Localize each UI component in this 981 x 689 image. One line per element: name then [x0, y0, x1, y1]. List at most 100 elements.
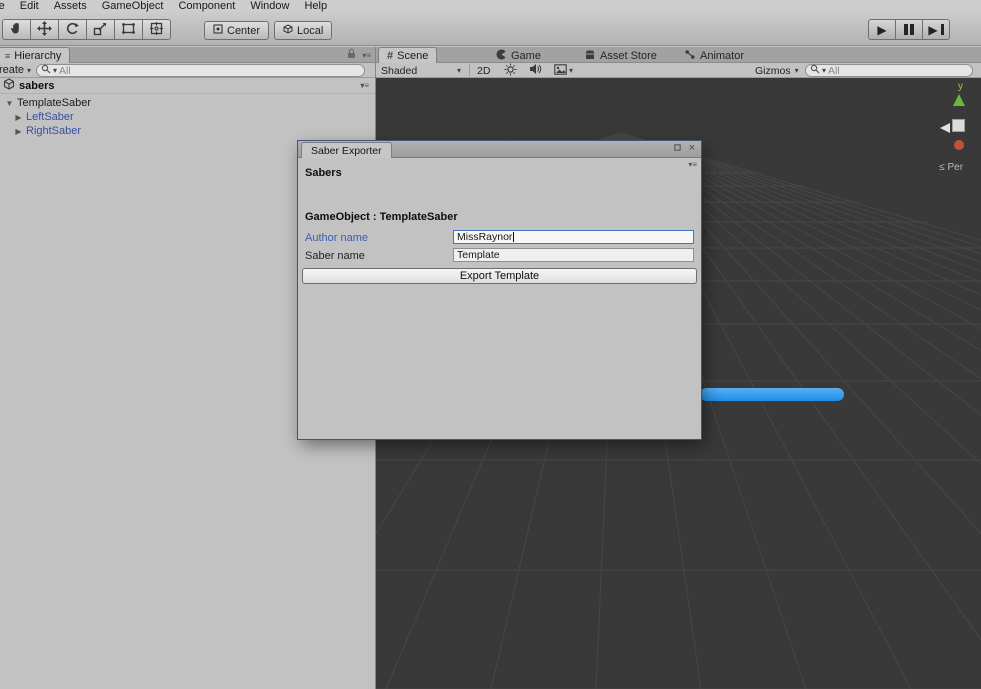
pause-icon-bar — [910, 24, 914, 35]
exporter-pane-menu-icon[interactable]: ▾≡ — [688, 160, 697, 169]
export-template-label: Export Template — [460, 270, 539, 282]
axis-arm-icon[interactable] — [940, 123, 950, 133]
lighting-toggle-button[interactable] — [504, 64, 517, 77]
toggle-2d-button[interactable]: 2D — [477, 64, 490, 77]
text-cursor — [513, 232, 514, 242]
chevron-down-icon: ▾ — [795, 66, 799, 75]
tab-game[interactable]: Game — [496, 48, 541, 63]
menu-item-component[interactable]: Component — [178, 0, 235, 12]
hierarchy-tree: ▼ TemplateSaber ▶ LeftSaber ▶ RightSaber — [0, 96, 375, 138]
tree-item-templatesaber[interactable]: ▼ TemplateSaber — [0, 96, 375, 110]
hierarchy-search-placeholder: All — [59, 65, 71, 77]
step-button[interactable]: ▶ — [922, 19, 950, 40]
rect-tool-button[interactable] — [114, 19, 143, 40]
pane-menu-icon[interactable]: ▾≡ — [362, 51, 371, 60]
animator-tab-label: Animator — [700, 50, 744, 62]
move-tool-button[interactable] — [30, 19, 59, 40]
play-button[interactable]: ▶ — [868, 19, 896, 40]
draw-mode-dropdown[interactable]: Shaded ▾ — [381, 64, 461, 77]
scene-pane-menu-icon[interactable]: ▾≡ — [360, 81, 369, 90]
gizmos-dropdown[interactable]: Gizmos ▾ — [755, 64, 799, 77]
fold-closed-icon[interactable]: ▶ — [14, 127, 23, 136]
fold-closed-icon[interactable]: ▶ — [14, 113, 23, 122]
saber-object[interactable] — [700, 388, 844, 401]
tab-scene[interactable]: # Scene — [378, 47, 437, 63]
tree-item-label: TemplateSaber — [17, 97, 91, 109]
scale-tool-button[interactable] — [86, 19, 115, 40]
exporter-window-tab[interactable]: Saber Exporter — [301, 142, 392, 158]
menu-item-help[interactable]: Help — [304, 0, 327, 12]
saber-name-value: Template — [457, 249, 500, 261]
transform-tool-button[interactable] — [142, 19, 171, 40]
author-name-label: Author name — [305, 232, 368, 244]
hand-tool-button[interactable] — [2, 19, 31, 40]
space-local-label: Local — [297, 25, 323, 37]
menu-item-file[interactable]: File — [0, 0, 5, 12]
export-template-button[interactable]: Export Template — [302, 268, 697, 284]
space-local-button[interactable]: Local — [274, 21, 332, 40]
local-space-icon — [283, 24, 293, 37]
gizmos-label: Gizmos — [755, 65, 791, 77]
close-icon[interactable]: × — [689, 143, 695, 154]
projection-label[interactable]: ≤ Per — [939, 162, 963, 173]
search-icon — [810, 64, 820, 77]
exporter-titlebar[interactable]: Saber Exporter × — [298, 141, 701, 158]
speaker-icon — [529, 63, 542, 78]
audio-toggle-button[interactable] — [529, 64, 542, 77]
saber-name-field[interactable]: Template — [453, 248, 694, 262]
tree-item-rightsaber[interactable]: ▶ RightSaber — [0, 124, 375, 138]
scene-asset-row[interactable]: sabers ▾≡ — [0, 78, 375, 94]
hierarchy-tab-label: Hierarchy — [14, 50, 61, 62]
search-filter-chevron-icon: ▾ — [822, 66, 826, 75]
sun-icon — [504, 63, 517, 79]
draw-mode-label: Shaded — [381, 65, 417, 77]
y-axis-cone-icon[interactable] — [953, 94, 965, 106]
saber-name-label: Saber name — [305, 250, 365, 262]
orientation-gizmo[interactable]: y ≤ Per — [939, 83, 979, 183]
menu-item-window[interactable]: Window — [250, 0, 289, 12]
playback-controls: ▶ ▶ — [868, 19, 950, 40]
gizmo-center-cube-icon[interactable] — [952, 119, 965, 132]
hierarchy-toolbar: Create ▾ ▾ All — [0, 63, 375, 78]
menu-bar: File Edit Assets GameObject Component Wi… — [0, 0, 981, 12]
author-name-value: MissRaynor — [457, 231, 512, 243]
projection-arrow-icon: ≤ — [939, 162, 945, 173]
chevron-down-icon: ▾ — [457, 66, 461, 75]
step-icon-bar — [941, 24, 944, 35]
unity-scene-icon — [3, 78, 15, 93]
pivot-center-button[interactable]: Center — [204, 21, 269, 40]
exporter-content: ▾≡ Sabers GameObject : TemplateSaber Aut… — [298, 158, 701, 439]
main-toolbar: Center Local ▶ ▶ — [0, 12, 981, 46]
tab-animator[interactable]: Animator — [684, 48, 744, 63]
create-dropdown[interactable]: Create ▾ — [0, 64, 31, 76]
tool-group — [2, 19, 171, 40]
scene-hash-icon: # — [387, 50, 393, 62]
author-name-field[interactable]: MissRaynor — [453, 230, 694, 244]
hierarchy-tab-icon: ≡ — [5, 51, 10, 61]
menu-item-edit[interactable]: Edit — [20, 0, 39, 12]
fold-open-icon[interactable]: ▼ — [5, 99, 14, 108]
effects-dropdown-button[interactable]: ▾ — [554, 64, 573, 77]
axis-y-label: y — [958, 81, 963, 92]
rotate-tool-button[interactable] — [58, 19, 87, 40]
pause-icon — [904, 24, 908, 35]
menu-item-gameobject[interactable]: GameObject — [102, 0, 164, 12]
pause-button[interactable] — [895, 19, 923, 40]
tree-item-leftsaber[interactable]: ▶ LeftSaber — [0, 110, 375, 124]
gameobject-line: GameObject : TemplateSaber — [305, 211, 458, 223]
scene-toolbar: Shaded ▾ 2D ▾ Gizmos ▾ ▾ All — [376, 63, 981, 78]
tab-asset-store[interactable]: Asset Store — [584, 48, 657, 63]
maximize-icon[interactable] — [674, 143, 681, 154]
chevron-down-icon: ▾ — [27, 66, 31, 75]
lock-icon[interactable] — [347, 48, 356, 62]
menu-item-assets[interactable]: Assets — [54, 0, 87, 12]
toggle-2d-label: 2D — [477, 65, 490, 77]
x-axis-ball-icon[interactable] — [954, 140, 964, 150]
scene-search-input[interactable]: ▾ All — [805, 64, 973, 77]
game-tab-label: Game — [511, 50, 541, 62]
saber-exporter-window: Saber Exporter × ▾≡ Sabers GameObject : … — [298, 141, 701, 439]
hierarchy-search-input[interactable]: ▾ All — [36, 64, 365, 77]
projection-text: Per — [948, 162, 964, 173]
tab-hierarchy[interactable]: ≡ Hierarchy — [0, 47, 70, 63]
game-icon — [496, 49, 507, 63]
